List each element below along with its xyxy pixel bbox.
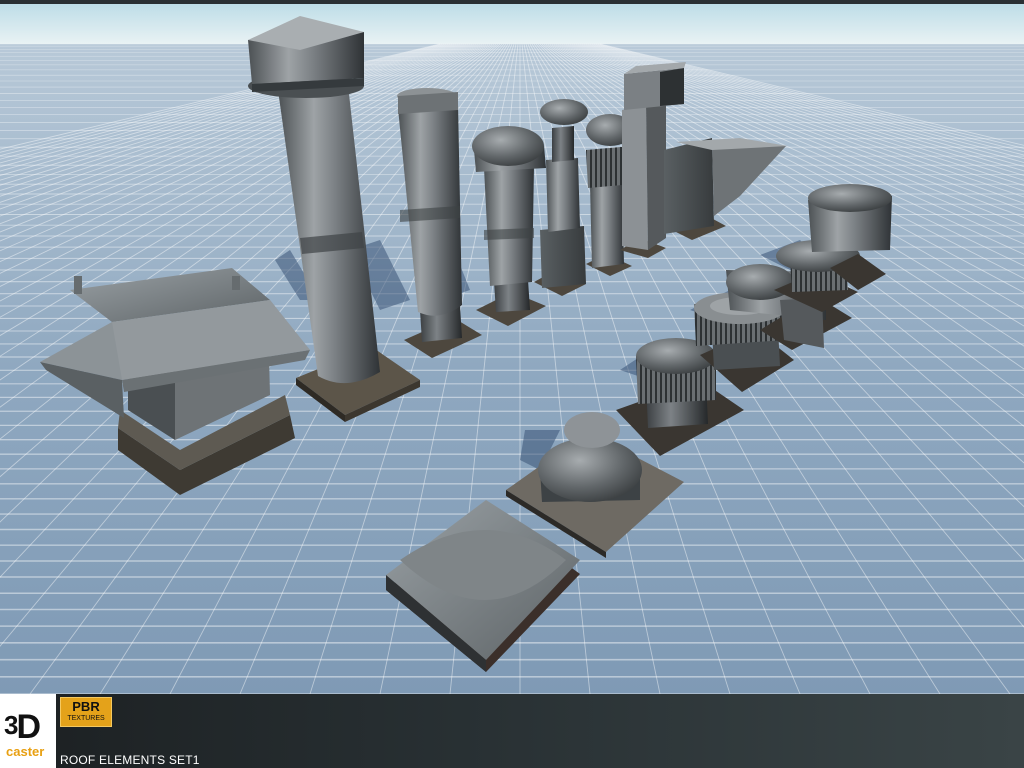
caption-title: ROOF ELEMENTS SET1	[60, 753, 200, 767]
badge-pbr-text: PBR	[72, 699, 100, 714]
3d-caster-logo: 3D caster	[0, 694, 56, 768]
sky	[0, 0, 1024, 44]
pbr-textures-badge: PBR TEXTURES	[60, 697, 112, 727]
logo-caster-text: caster	[6, 744, 45, 759]
roof-elements-render	[0, 0, 1024, 694]
badge-textures-text: TEXTURES	[67, 715, 105, 722]
